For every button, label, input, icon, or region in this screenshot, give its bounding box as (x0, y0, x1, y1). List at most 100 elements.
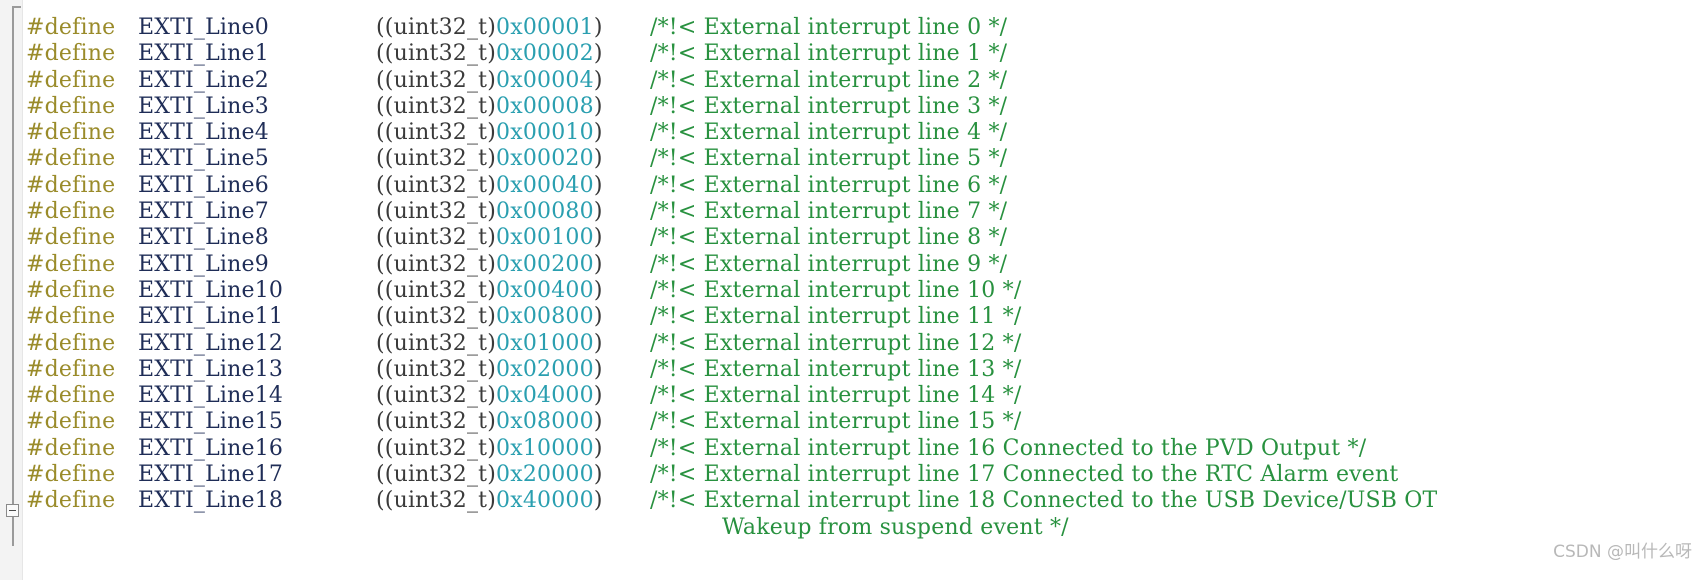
preprocessor-directive: #define (26, 488, 116, 514)
hex-literal: 0x00080 (496, 199, 594, 225)
macro-value: ((uint32_t)0x02000) (376, 357, 603, 383)
cast-close-paren: ) (487, 304, 497, 330)
code-line[interactable]: #define EXTI_Line13 ((uint32_t)0x02000) /*!… (22, 357, 1700, 383)
cast-open-paren: (( (376, 383, 394, 409)
cast-close-paren: ) (487, 356, 497, 382)
macro-value: ((uint32_t)0x00800) (376, 304, 603, 330)
preprocessor-directive: #define (26, 93, 116, 119)
macro-name: EXTI_Line12 (138, 330, 284, 356)
cast-close-paren: ) (487, 462, 497, 488)
cast-close-paren: ) (487, 146, 497, 172)
cast-open-paren: (( (376, 67, 394, 93)
code-line[interactable]: #define EXTI_Line17 ((uint32_t)0x20000) /*!… (22, 462, 1700, 488)
code-content[interactable]: #define EXTI_Line0 ((uint32_t)0x00001)/*!<… (22, 0, 1700, 580)
cast-open-paren: (( (376, 41, 394, 67)
cast-close-paren: ) (487, 251, 497, 277)
hex-literal: 0x00020 (496, 146, 594, 172)
macro-value: ((uint32_t)0x04000) (376, 383, 603, 409)
cast-type: uint32_t (393, 304, 488, 330)
code-line[interactable]: #define EXTI_Line7 ((uint32_t)0x00080) /*!<… (22, 199, 1700, 225)
code-line[interactable]: #define EXTI_Line6 ((uint32_t)0x00040) /*!<… (22, 173, 1700, 199)
code-line-continuation[interactable]: Wakeup from suspend event */ (22, 515, 1700, 541)
cast-type: uint32_t (393, 383, 488, 409)
code-line[interactable]: #define EXTI_Line16 ((uint32_t)0x10000) /*!… (22, 436, 1700, 462)
macro-value: ((uint32_t)0x10000) (376, 436, 603, 462)
line-comment: /*!< External interrupt line 10 */ (650, 277, 1022, 303)
cast-type: uint32_t (393, 409, 488, 435)
line-comment: /*!< External interrupt line 14 */ (650, 383, 1022, 409)
code-line[interactable]: #define EXTI_Line3 ((uint32_t)0x00008) /*!<… (22, 94, 1700, 120)
code-line[interactable]: #define EXTI_Line2 ((uint32_t)0x00004) /*!<… (22, 68, 1700, 94)
macro-value: ((uint32_t)0x00100) (376, 225, 603, 251)
code-line[interactable]: #define EXTI_Line0 ((uint32_t)0x00001) /*!<… (22, 15, 1700, 41)
code-line[interactable]: #define EXTI_Line10 ((uint32_t)0x00400) /*!… (22, 278, 1700, 304)
cast-open-paren: (( (376, 488, 394, 514)
line-comment: /*!< External interrupt line 18 Connecte… (650, 488, 1438, 514)
code-line[interactable]: #define EXTI_Line5 ((uint32_t)0x00020) /*!<… (22, 146, 1700, 172)
preprocessor-directive: #define (26, 67, 116, 93)
value-close-paren: ) (593, 356, 603, 382)
preprocessor-directive: #define (26, 409, 116, 435)
preprocessor-directive: #define (26, 225, 116, 251)
cast-open-paren: (( (376, 409, 394, 435)
value-close-paren: ) (593, 251, 603, 277)
hex-literal: 0x00200 (496, 251, 594, 277)
code-editor[interactable]: #define EXTI_Line0 ((uint32_t)0x00001)/*!<… (0, 0, 1700, 580)
hex-literal: 0x00001 (496, 15, 594, 40)
macro-name: EXTI_Line16 (138, 435, 284, 461)
cast-open-paren: (( (376, 330, 394, 356)
cast-close-paren: ) (487, 330, 497, 356)
cast-close-paren: ) (487, 199, 497, 225)
hex-literal: 0x04000 (496, 383, 594, 409)
hex-literal: 0x01000 (496, 330, 594, 356)
value-close-paren: ) (593, 304, 603, 330)
hex-literal: 0x00800 (496, 304, 594, 330)
cast-close-paren: ) (487, 93, 497, 119)
preprocessor-directive: #define (26, 146, 116, 172)
code-line[interactable]: #define EXTI_Line12 ((uint32_t)0x01000) /*!… (22, 331, 1700, 357)
line-comment: /*!< External interrupt line 6 */ (650, 172, 1008, 198)
cast-type: uint32_t (393, 330, 488, 356)
cast-close-paren: ) (487, 120, 497, 146)
preprocessor-directive: #define (26, 15, 116, 40)
value-close-paren: ) (593, 330, 603, 356)
macro-value: ((uint32_t)0x00008) (376, 94, 603, 120)
code-line[interactable]: #define EXTI_Line15 ((uint32_t)0x08000) /*!… (22, 409, 1700, 435)
cast-close-paren: ) (487, 172, 497, 198)
code-line[interactable]: #define EXTI_Line4 ((uint32_t)0x00010) /*!<… (22, 120, 1700, 146)
value-close-paren: ) (593, 172, 603, 198)
preprocessor-directive: #define (26, 277, 116, 303)
cast-open-paren: (( (376, 462, 394, 488)
preprocessor-directive: #define (26, 199, 116, 225)
cast-close-paren: ) (487, 225, 497, 251)
cast-type: uint32_t (393, 172, 488, 198)
macro-value: ((uint32_t)0x00200) (376, 252, 603, 278)
cast-type: uint32_t (393, 356, 488, 382)
macro-name: EXTI_Line2 (138, 67, 269, 93)
macro-name: EXTI_Line10 (138, 277, 284, 303)
cast-type: uint32_t (393, 488, 488, 514)
code-line[interactable]: #define EXTI_Line8 ((uint32_t)0x00100) /*!<… (22, 225, 1700, 251)
code-line[interactable]: #define EXTI_Line18 ((uint32_t)0x40000) /*!… (22, 488, 1700, 514)
macro-value: ((uint32_t)0x40000) (376, 488, 603, 514)
macro-value: ((uint32_t)0x01000) (376, 331, 603, 357)
value-close-paren: ) (593, 462, 603, 488)
macro-value: ((uint32_t)0x00004) (376, 68, 603, 94)
comment-continuation: Wakeup from suspend event */ (722, 514, 1069, 540)
editor-fold-gutter[interactable] (0, 0, 23, 580)
fold-collapse-icon[interactable] (6, 504, 19, 517)
macro-name: EXTI_Line0 (138, 15, 269, 40)
cast-close-paren: ) (487, 488, 497, 514)
cast-open-paren: (( (376, 172, 394, 198)
hex-literal: 0x00040 (496, 172, 594, 198)
fold-region-line (12, 6, 14, 546)
line-comment: /*!< External interrupt line 0 */ (650, 15, 1008, 40)
cast-close-paren: ) (487, 41, 497, 67)
macro-name: EXTI_Line3 (138, 93, 269, 119)
code-line[interactable]: #define EXTI_Line1 ((uint32_t)0x00002) /*!<… (22, 41, 1700, 67)
code-line[interactable]: #define EXTI_Line9 ((uint32_t)0x00200) /*!<… (22, 252, 1700, 278)
code-line[interactable]: #define EXTI_Line14 ((uint32_t)0x04000) /*!… (22, 383, 1700, 409)
value-close-paren: ) (593, 409, 603, 435)
code-line[interactable]: #define EXTI_Line11 ((uint32_t)0x00800) /*!… (22, 304, 1700, 330)
macro-value: ((uint32_t)0x00040) (376, 173, 603, 199)
